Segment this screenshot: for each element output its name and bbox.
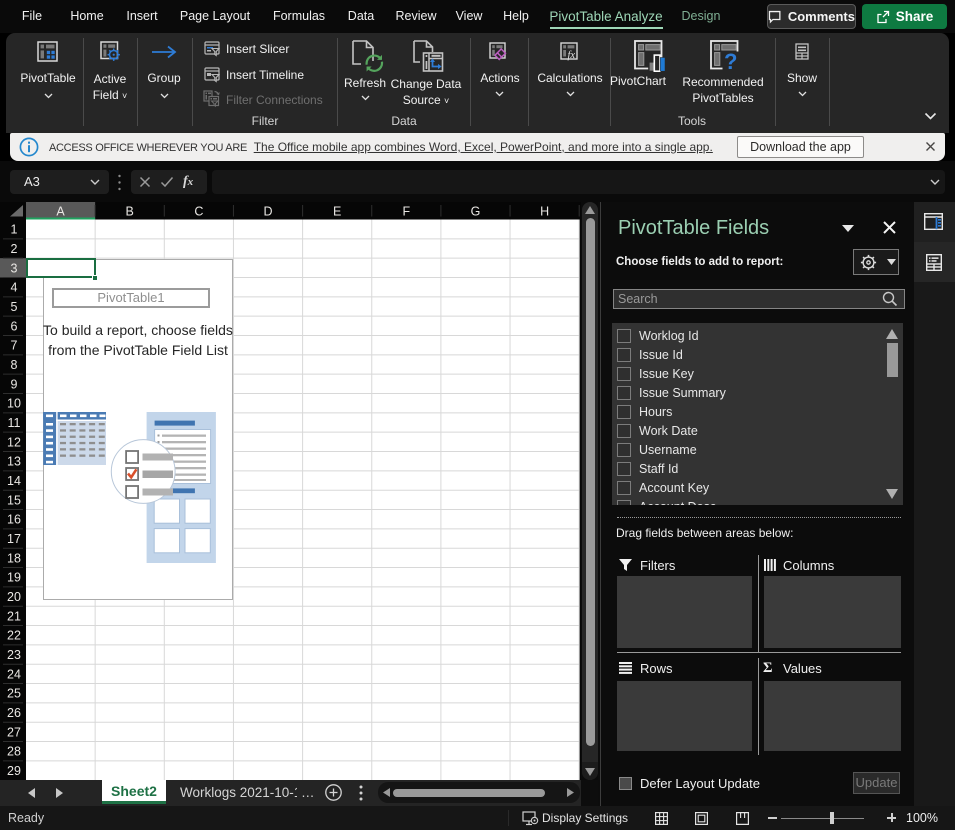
svg-text:22: 22	[7, 629, 21, 643]
svg-text:26: 26	[7, 706, 21, 720]
svg-text:12: 12	[7, 435, 21, 449]
svg-text:6: 6	[11, 319, 18, 333]
svg-text:2: 2	[11, 242, 18, 256]
svg-text:G: G	[471, 205, 481, 219]
svg-text:E: E	[333, 205, 341, 219]
svg-text:10: 10	[7, 397, 21, 411]
svg-text:H: H	[540, 205, 549, 219]
svg-text:1: 1	[11, 223, 18, 237]
svg-text:7: 7	[11, 339, 18, 353]
svg-text:15: 15	[7, 493, 21, 507]
svg-text:29: 29	[7, 764, 21, 778]
svg-text:8: 8	[11, 358, 18, 372]
svg-text:F: F	[403, 205, 411, 219]
svg-text:25: 25	[7, 687, 21, 701]
svg-text:9: 9	[11, 377, 18, 391]
svg-text:20: 20	[7, 590, 21, 604]
svg-text:?: ?	[724, 49, 737, 72]
svg-text:17: 17	[7, 532, 21, 546]
svg-text:24: 24	[7, 667, 21, 681]
svg-text:4: 4	[11, 281, 18, 295]
svg-text:11: 11	[8, 416, 21, 430]
svg-text:16: 16	[7, 513, 21, 527]
svg-text:14: 14	[7, 474, 21, 488]
svg-text:A: A	[56, 205, 65, 219]
svg-text:27: 27	[7, 725, 21, 739]
svg-text:23: 23	[7, 648, 21, 662]
svg-text:18: 18	[7, 551, 21, 565]
svg-text:21: 21	[7, 609, 21, 623]
svg-text:3: 3	[11, 261, 18, 275]
svg-text:B: B	[126, 205, 134, 219]
svg-text:13: 13	[7, 455, 21, 469]
svg-text:fx: fx	[568, 50, 576, 61]
svg-text:19: 19	[7, 571, 21, 585]
svg-text:5: 5	[11, 300, 18, 314]
svg-text:C: C	[194, 205, 203, 219]
svg-text:D: D	[264, 205, 273, 219]
svg-text:28: 28	[7, 745, 21, 759]
